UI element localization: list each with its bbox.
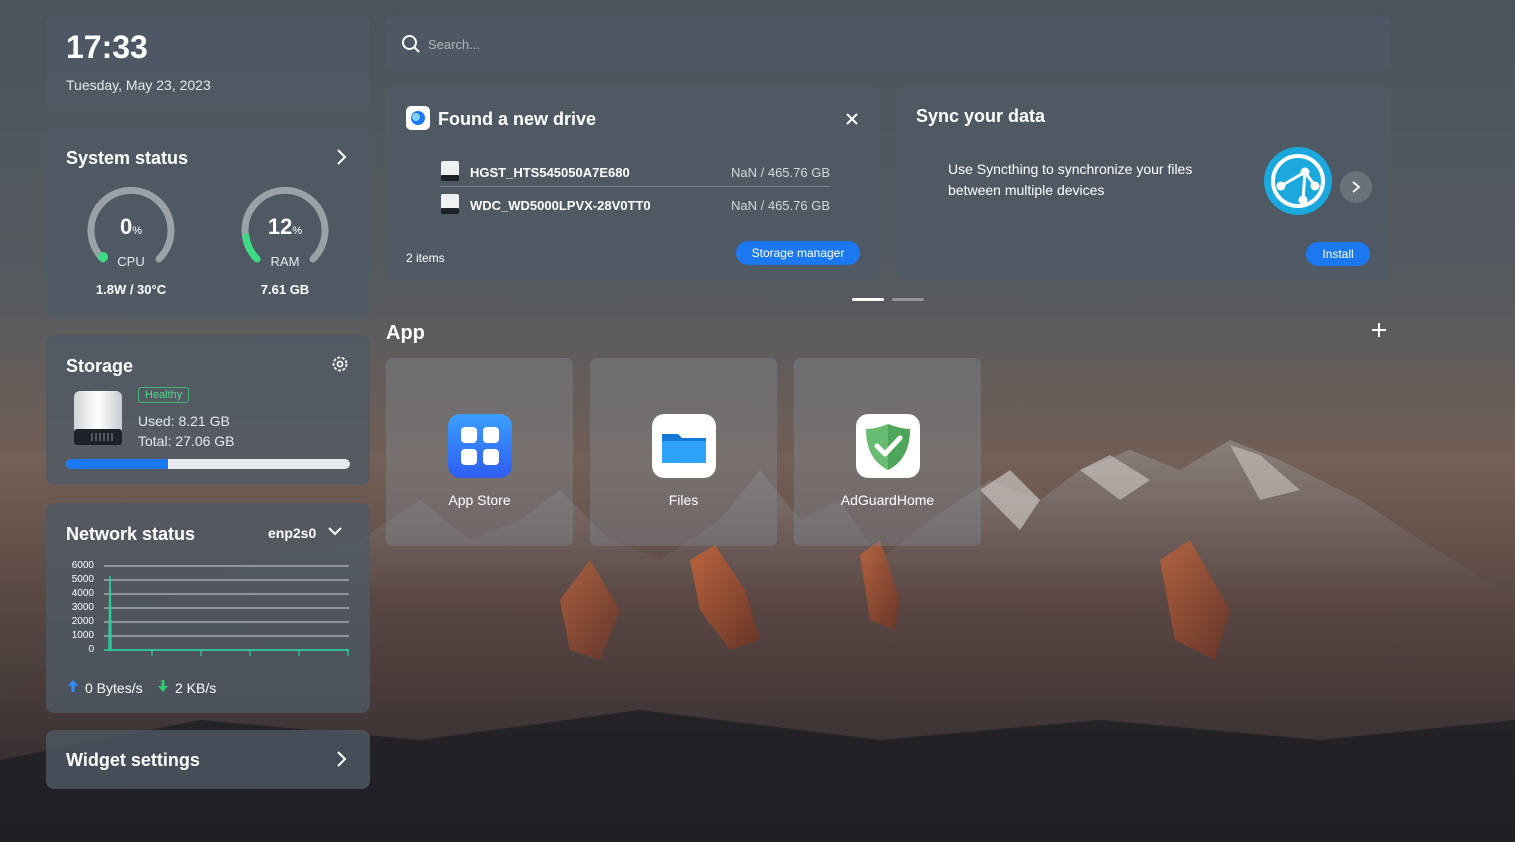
storage-usage-bar (66, 459, 350, 469)
drive-name: WDC_WD5000LPVX-28V0TT0 (470, 198, 651, 213)
close-icon[interactable] (845, 112, 859, 126)
clock-widget: 17:33 Tuesday, May 23, 2023 (46, 15, 370, 110)
cpu-detail: 1.8W / 30°C (95, 282, 167, 297)
y-tick-label: 2000 (71, 616, 94, 627)
network-interface-select[interactable]: enp2s0 (268, 525, 316, 541)
chevron-down-icon[interactable] (327, 524, 343, 538)
search-input[interactable]: Search... (428, 37, 480, 52)
hard-drive-icon (74, 391, 122, 445)
drive-count: 2 items (406, 251, 445, 265)
y-tick-label: 1000 (71, 630, 94, 641)
drive-icon (441, 194, 459, 214)
app-tile-app-store[interactable]: App Store (386, 358, 573, 546)
drive-name: HGST_HTS545050A7E680 (470, 165, 630, 180)
storage-total: Total: 27.06 GB (138, 433, 235, 449)
sync-card: Sync your data Use Syncthing to synchron… (896, 87, 1390, 280)
search-icon (402, 35, 420, 53)
storage-used: Used: 8.21 GB (138, 413, 230, 429)
new-drive-card: Found a new drive HGST_HTS545050A7E680 N… (386, 87, 880, 280)
upload-speed: 0 Bytes/s (85, 680, 143, 696)
app-name: App Store (448, 492, 511, 508)
download-arrow-icon (158, 680, 168, 692)
ram-value: 12% (267, 214, 303, 239)
cpu-label: CPU (117, 254, 145, 269)
app-name: Files (668, 492, 699, 508)
new-drive-title: Found a new drive (438, 109, 597, 129)
storage-health-badge: Healthy (138, 387, 190, 403)
clock-time: 17:33 (66, 29, 148, 65)
y-tick-label: 5000 (71, 574, 94, 585)
widget-settings-label: Widget settings (66, 750, 200, 770)
sync-description-line1: Use Syncthing to synchronize your files (948, 161, 1193, 177)
add-app-icon[interactable] (1371, 322, 1387, 338)
storage-widget: Storage Healthy Used: 8.21 GB Total: 27.… (46, 335, 370, 485)
carousel-dot[interactable] (892, 298, 924, 301)
app-section-title: App (386, 322, 425, 344)
cpu-gauge: 0% CPU (81, 182, 181, 282)
app-tile-adguardhome[interactable]: AdGuardHome (794, 358, 981, 546)
ram-detail: 7.61 GB (260, 282, 310, 297)
system-status-widget: System status 0% CPU 1.8W / 30°C 12% RAM… (46, 127, 370, 318)
chevron-right-icon (337, 751, 347, 767)
network-interface-value: enp2s0 (268, 525, 317, 541)
app-name: AdGuardHome (840, 492, 935, 508)
y-tick-label: 0 (88, 644, 94, 655)
drive-icon (441, 161, 459, 181)
y-tick-label: 4000 (71, 588, 94, 599)
drive-row: WDC_WD5000LPVX-28V0TT0 NaN / 465.76 GB (440, 190, 830, 220)
cpu-value: 0% (119, 214, 143, 239)
widget-settings-button[interactable]: Widget settings (46, 730, 370, 789)
syncthing-icon (1264, 147, 1332, 215)
carousel-dot-active[interactable] (852, 298, 884, 301)
download-speed: 2 KB/s (175, 680, 217, 696)
sync-next-button[interactable] (1340, 171, 1372, 203)
folder-icon (652, 414, 716, 478)
clock-date: Tuesday, May 23, 2023 (66, 77, 211, 93)
app-store-icon (448, 414, 512, 478)
sync-description-line2: between multiple devices (948, 182, 1105, 198)
y-tick-label: 3000 (71, 602, 94, 613)
ram-gauge: 12% RAM (235, 182, 335, 282)
system-status-title: System status (66, 148, 189, 168)
search-bar[interactable]: Search... (386, 15, 1390, 71)
storage-manager-button[interactable]: Storage manager (736, 241, 860, 265)
sync-title: Sync your data (916, 106, 1046, 126)
network-status-title: Network status (66, 524, 196, 544)
network-chart (104, 565, 349, 656)
ram-label: RAM (270, 254, 300, 269)
adguard-shield-icon (856, 414, 920, 478)
app-tile-files[interactable]: Files (590, 358, 777, 546)
storage-title: Storage (66, 356, 134, 376)
network-status-widget: Network status enp2s0 6000 5000 4000 3000 20… (46, 503, 370, 713)
install-button[interactable]: Install (1306, 242, 1370, 266)
gear-icon[interactable] (330, 354, 350, 374)
chevron-right-icon[interactable] (334, 148, 350, 166)
y-tick-label: 6000 (71, 560, 94, 571)
chevron-right-icon (1352, 181, 1361, 193)
drive-row: HGST_HTS545050A7E680 NaN / 465.76 GB (440, 157, 830, 187)
upload-arrow-icon (68, 680, 78, 692)
storage-usage-fill (66, 459, 169, 469)
drive-size: NaN / 465.76 GB (731, 198, 830, 213)
casaos-logo-icon (406, 106, 430, 130)
drive-size: NaN / 465.76 GB (731, 165, 830, 180)
